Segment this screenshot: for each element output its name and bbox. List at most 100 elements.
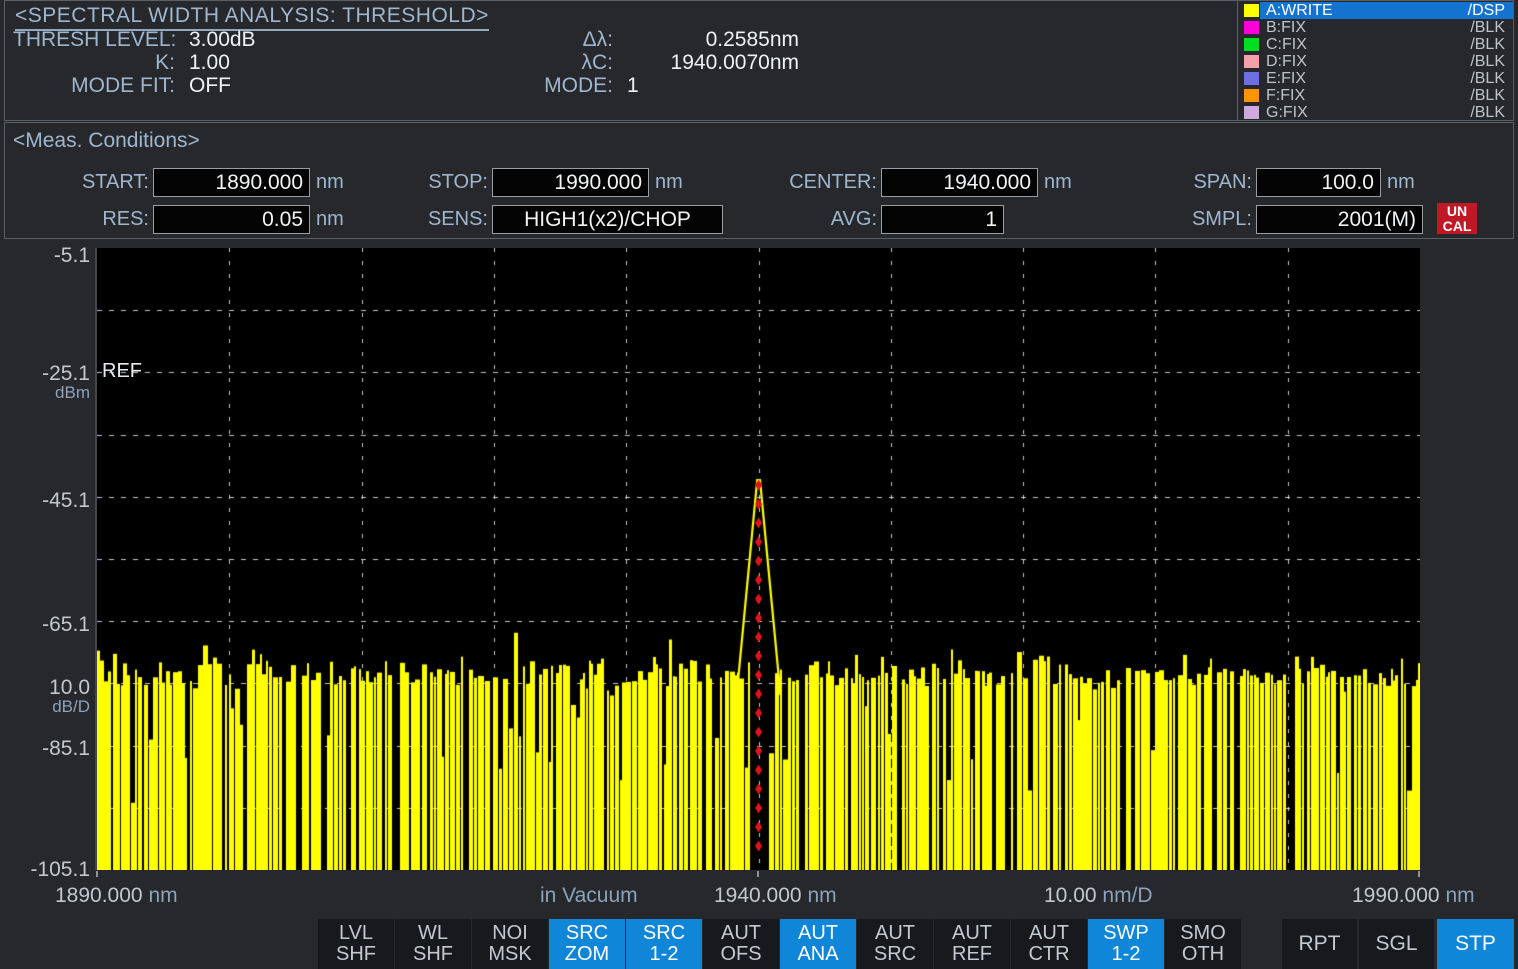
lambda-c-label: λC: [425, 51, 613, 75]
k-value: 1.00 [189, 51, 230, 75]
yaxis-tick-5: -85.1 [0, 737, 90, 761]
softkey-lvl-shf[interactable]: LVLSHF [318, 919, 394, 969]
softkey-rpt[interactable]: RPT [1282, 919, 1357, 969]
softkey-aut-ref[interactable]: AUTREF [934, 919, 1010, 969]
softkey-smo-oth[interactable]: SMOOTH [1165, 919, 1241, 969]
yaxis-tick-2: -45.1 [0, 489, 90, 513]
trace-row-c[interactable]: C:FIX /BLK [1238, 36, 1513, 53]
stop-field[interactable]: 1990.000 [492, 168, 649, 197]
softkey-label: OFS [703, 944, 779, 965]
avg-field[interactable]: 1 [881, 205, 1004, 234]
trace-row-f[interactable]: F:FIX /BLK [1238, 87, 1513, 104]
xaxis-start-value: 1890.000 [55, 884, 143, 907]
softkey-label: AUT [1011, 923, 1087, 944]
sens-label: SENS: [385, 205, 488, 234]
softkey-aut-ctr[interactable]: AUTCTR [1011, 919, 1087, 969]
softkey-aut-ana[interactable]: AUTANA [780, 919, 856, 969]
xaxis-start-label: 1890.000 nm [55, 884, 178, 908]
trace-name: G:FIX [1266, 104, 1308, 121]
start-field[interactable]: 1890.000 [153, 168, 310, 197]
softkey-aut-ofs[interactable]: AUTOFS [703, 919, 779, 969]
softkey-sgl[interactable]: SGL [1359, 919, 1434, 969]
trace-display-mode: /BLK [1470, 70, 1505, 87]
trace-display-mode: /BLK [1470, 104, 1505, 121]
softkey-label: ANA [780, 944, 856, 965]
trace-row-d[interactable]: D:FIX /BLK [1238, 53, 1513, 70]
trace-display-mode: /DSP [1468, 2, 1505, 19]
softkey-src-zom[interactable]: SRCZOM [549, 919, 625, 969]
xaxis-center-unit: nm [807, 884, 836, 907]
softkey-label: SMO [1165, 923, 1241, 944]
softkey-label: AUT [780, 923, 856, 944]
analysis-title: <SPECTRAL WIDTH ANALYSIS: THRESHOLD> [15, 4, 489, 31]
sens-field[interactable]: HIGH1(x2)/CHOP [492, 205, 723, 234]
softkey-stp[interactable]: STP [1437, 919, 1514, 969]
start-unit: nm [316, 168, 344, 197]
trace-color-swatch [1244, 4, 1259, 17]
lambda-c-row: λC: 1940.0070nm [425, 51, 799, 75]
xaxis-stop-unit: nm [1445, 884, 1474, 907]
softkey-label: AUT [934, 923, 1010, 944]
res-unit: nm [316, 205, 344, 234]
yaxis-scale-unit: dB/D [0, 697, 90, 717]
softkey-label: REF [934, 944, 1010, 965]
center-field[interactable]: 1940.000 [881, 168, 1038, 197]
softkey-label: 1-2 [626, 944, 702, 965]
thresh-level-value: 3.00dB [189, 28, 256, 52]
trace-row-e[interactable]: E:FIX /BLK [1238, 70, 1513, 87]
softkey-swp-1-2[interactable]: SWP1-2 [1088, 919, 1164, 969]
trace-name: D:FIX [1266, 53, 1307, 70]
center-label: CENTER: [755, 168, 877, 197]
xaxis-scale-label: 10.00 nm/D [1044, 884, 1153, 908]
softkey-label: SRC [857, 944, 933, 965]
softkey-label: CTR [1011, 944, 1087, 965]
smpl-field[interactable]: 2001(M) [1256, 205, 1423, 234]
osa-screen: <SPECTRAL WIDTH ANALYSIS: THRESHOLD> THR… [0, 0, 1518, 969]
xaxis-center-value: 1940.000 [714, 884, 802, 907]
xaxis-tick-center [757, 871, 759, 877]
trace-display-mode: /BLK [1470, 36, 1505, 53]
thresh-level-row: THRESH LEVEL:3.00dB [13, 28, 256, 52]
softkey-label: MSK [472, 944, 548, 965]
softkey-label: ZOM [549, 944, 625, 965]
trace-display-mode: /BLK [1470, 87, 1505, 104]
softkey-label: OTH [1165, 944, 1241, 965]
softkey-label: WL [395, 923, 471, 944]
trace-name: A:WRITE [1266, 2, 1333, 19]
trace-color-swatch [1244, 38, 1259, 51]
softkey-aut-src[interactable]: AUTSRC [857, 919, 933, 969]
softkey-label: SHF [395, 944, 471, 965]
stop-unit: nm [655, 168, 683, 197]
softkey-src-1-2[interactable]: SRC1-2 [626, 919, 702, 969]
stop-label: STOP: [385, 168, 488, 197]
res-label: RES: [25, 205, 149, 234]
trace-name: B:FIX [1266, 19, 1306, 36]
softkey-noi-msk[interactable]: NOIMSK [472, 919, 548, 969]
yaxis-unit-dbm: dBm [0, 383, 90, 403]
softkey-label: SWP [1088, 923, 1164, 944]
smpl-label: SMPL: [1145, 205, 1252, 234]
yaxis-tick-0: -5.1 [0, 244, 90, 268]
trace-row-a[interactable]: A:WRITE /DSP [1238, 2, 1513, 19]
start-label: START: [25, 168, 149, 197]
ref-level-label: REF [102, 360, 142, 383]
softkey-label: SGL [1375, 932, 1417, 956]
softkey-wl-shf[interactable]: WLSHF [395, 919, 471, 969]
softkey-label: 1-2 [1088, 944, 1164, 965]
span-label: SPAN: [1145, 168, 1252, 197]
softkey-label: AUT [857, 923, 933, 944]
span-field[interactable]: 100.0 [1256, 168, 1381, 197]
mode-fit-row: MODE FIT:OFF [13, 74, 231, 98]
lambda-c-value: 1940.0070nm [627, 51, 799, 75]
uncal-status-badge: UN CAL [1437, 203, 1477, 234]
spectrum-plot[interactable] [97, 248, 1420, 870]
yaxis-tick-3: -65.1 [0, 613, 90, 637]
yaxis-tick-6: -105.1 [0, 858, 90, 882]
xaxis-stop-label: 1990.000 nm [1352, 884, 1475, 908]
trace-color-swatch [1244, 21, 1259, 34]
res-field[interactable]: 0.05 [153, 205, 310, 234]
xaxis-stop-value: 1990.000 [1352, 884, 1440, 907]
trace-row-b[interactable]: B:FIX /BLK [1238, 19, 1513, 36]
delta-lambda-row: Δλ:0.2585nm [425, 28, 799, 52]
trace-row-g[interactable]: G:FIX /BLK [1238, 104, 1513, 121]
